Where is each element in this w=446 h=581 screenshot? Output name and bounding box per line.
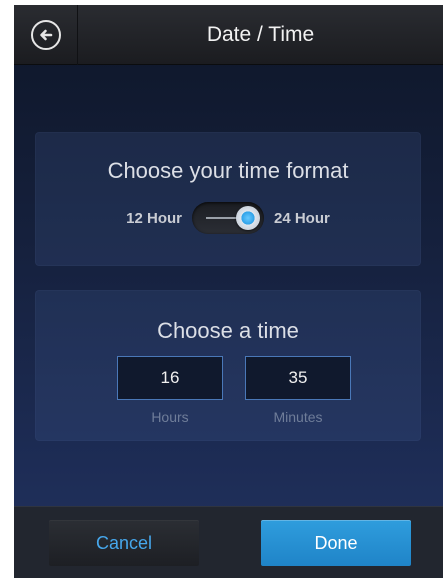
time-format-switch[interactable] <box>192 202 264 234</box>
minutes-field[interactable]: 35 <box>245 356 351 400</box>
hours-label: Hours <box>151 409 189 425</box>
footer-bar: Cancel Done <box>14 506 443 578</box>
page-title: Date / Time <box>206 23 315 46</box>
switch-knob[interactable] <box>236 206 260 230</box>
hours-field[interactable]: 16 <box>117 356 223 400</box>
12-hour-label: 12 Hour <box>126 209 182 227</box>
time-format-toggle-row: 12 Hour 24 Hour <box>35 202 421 234</box>
time-picker-heading: Choose a time <box>157 318 299 343</box>
done-button[interactable]: Done <box>261 520 411 566</box>
cancel-button[interactable]: Cancel <box>49 520 199 566</box>
time-format-panel: Choose your time format 12 Hour 24 Hour <box>35 132 421 266</box>
minutes-label: Minutes <box>273 409 323 425</box>
back-button[interactable] <box>14 5 78 65</box>
date-time-screen: Date / Time Choose your time format 12 H… <box>14 5 443 578</box>
back-arrow-icon <box>30 20 61 50</box>
time-picker-panel: Choose a time 16 35 Hours Minutes <box>35 290 421 441</box>
header-bar: Date / Time <box>14 5 443 65</box>
24-hour-label: 24 Hour <box>274 209 330 227</box>
time-format-heading: Choose your time format <box>107 158 349 183</box>
